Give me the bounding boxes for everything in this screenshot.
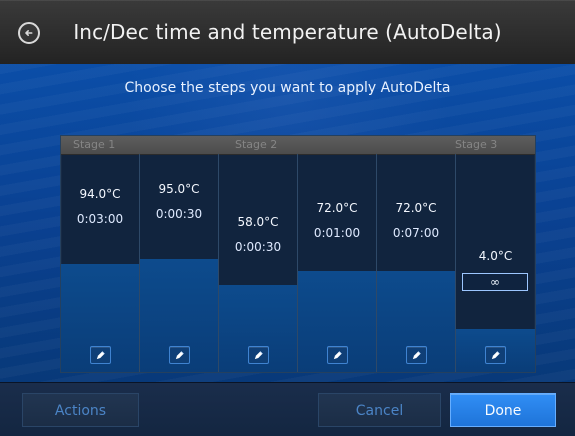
main-content: Choose the steps you want to apply AutoD… xyxy=(0,64,575,382)
step-columns: 94.0°C 0:03:00 95.0°C 0:00:30 58.0°C 0:0… xyxy=(61,154,535,372)
step-1-time: 0:03:00 xyxy=(76,212,124,226)
pencil-icon xyxy=(174,346,185,365)
step-2[interactable]: 95.0°C 0:00:30 xyxy=(140,154,219,372)
step-3-time: 0:00:30 xyxy=(234,240,282,254)
pencil-icon xyxy=(332,346,343,365)
step-3-temperature: 58.0°C xyxy=(237,215,279,229)
stage-header: Stage 1 Stage 2 Stage 3 xyxy=(61,136,535,155)
stage-3-label: Stage 3 xyxy=(455,138,498,151)
pencil-icon xyxy=(95,346,106,365)
step-4-edit-button[interactable] xyxy=(327,346,348,364)
pencil-icon xyxy=(490,346,501,365)
step-4-temperature: 72.0°C xyxy=(316,201,358,215)
step-6-temperature: 4.0°C xyxy=(478,249,513,263)
step-4-time: 0:01:00 xyxy=(313,226,361,240)
done-button[interactable]: Done xyxy=(450,393,556,427)
step-1-edit-button[interactable] xyxy=(90,346,111,364)
step-5-edit-button[interactable] xyxy=(406,346,427,364)
step-2-time: 0:00:30 xyxy=(155,207,203,221)
step-1-temperature: 94.0°C xyxy=(79,187,121,201)
step-1[interactable]: 94.0°C 0:03:00 xyxy=(61,154,140,372)
step-2-edit-button[interactable] xyxy=(169,346,190,364)
actions-button[interactable]: Actions xyxy=(22,393,139,427)
stage-1-label: Stage 1 xyxy=(73,138,116,151)
step-2-temperature: 95.0°C xyxy=(158,182,200,196)
step-4[interactable]: 72.0°C 0:01:00 xyxy=(298,154,377,372)
page-title: Inc/Dec time and temperature (AutoDelta) xyxy=(73,20,502,44)
cancel-button[interactable]: Cancel xyxy=(318,393,441,427)
step-6[interactable]: 4.0°C ∞ xyxy=(456,154,535,372)
step-6-edit-button[interactable] xyxy=(485,346,506,364)
step-5[interactable]: 72.0°C 0:07:00 xyxy=(377,154,456,372)
step-3-edit-button[interactable] xyxy=(248,346,269,364)
pencil-icon xyxy=(411,346,422,365)
step-6-time-box: ∞ xyxy=(462,273,528,291)
autodelta-screen: Inc/Dec time and temperature (AutoDelta)… xyxy=(0,0,575,436)
stage-2-label: Stage 2 xyxy=(235,138,278,151)
footer-bar: Actions Cancel Done xyxy=(0,382,575,436)
protocol-panel: Stage 1 Stage 2 Stage 3 94.0°C 0:03:00 9… xyxy=(60,135,536,373)
step-3[interactable]: 58.0°C 0:00:30 xyxy=(219,154,298,372)
header-bar: Inc/Dec time and temperature (AutoDelta) xyxy=(0,0,575,65)
pencil-icon xyxy=(253,346,264,365)
step-5-temperature: 72.0°C xyxy=(395,201,437,215)
instruction-text: Choose the steps you want to apply AutoD… xyxy=(124,80,451,96)
step-5-time: 0:07:00 xyxy=(392,226,440,240)
